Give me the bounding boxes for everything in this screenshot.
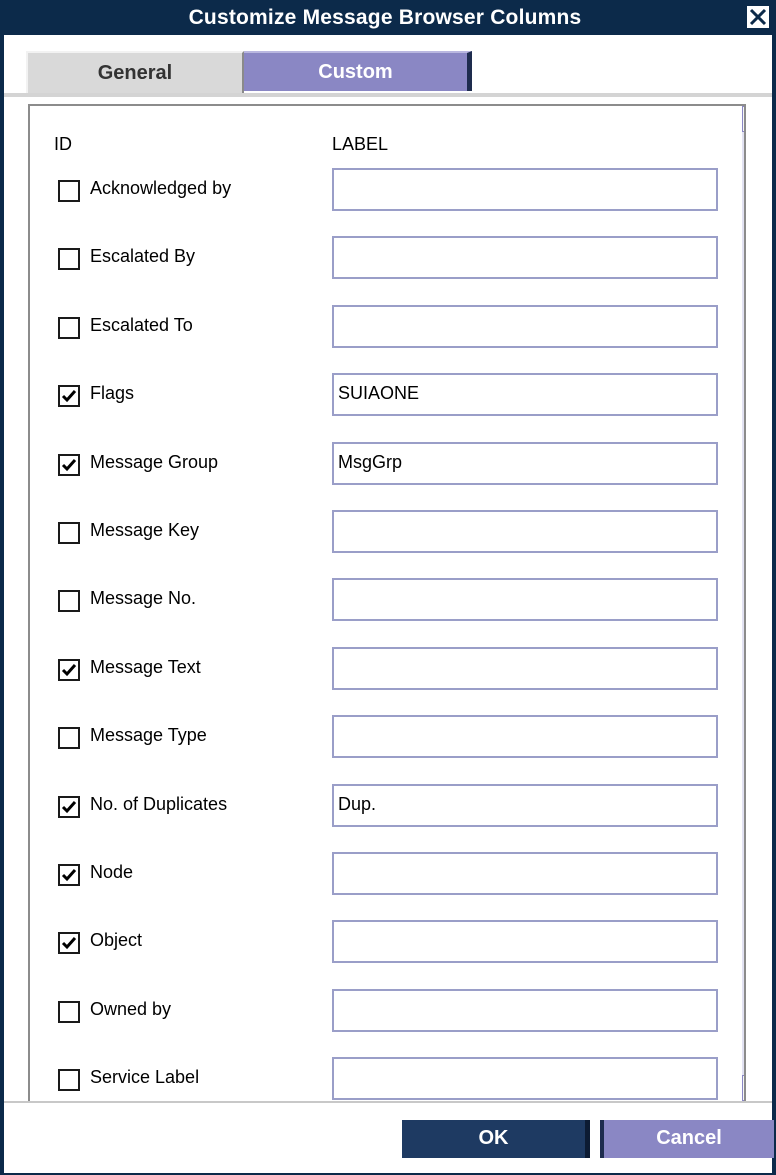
column-checkbox[interactable] bbox=[58, 385, 80, 408]
column-checkbox[interactable] bbox=[58, 932, 80, 955]
column-row: Service Label bbox=[30, 1053, 744, 1101]
column-checkbox[interactable] bbox=[58, 522, 80, 544]
column-row: Node bbox=[30, 848, 744, 916]
column-checkbox[interactable] bbox=[58, 727, 80, 750]
column-id-label: Escalated To bbox=[90, 314, 193, 335]
column-label-input[interactable] bbox=[332, 646, 718, 690]
arrow-up-icon bbox=[743, 107, 746, 131]
cancel-button[interactable]: Cancel bbox=[600, 1120, 774, 1158]
column-row: Flags SUIAONE bbox=[30, 369, 744, 437]
scroll-thumb[interactable] bbox=[744, 136, 746, 678]
column-row: Message No. bbox=[30, 574, 744, 642]
column-id-label: Object bbox=[90, 930, 143, 951]
column-label-input[interactable] bbox=[332, 510, 718, 553]
tab-custom[interactable]: Custom bbox=[244, 51, 472, 91]
ok-button[interactable]: OK bbox=[402, 1120, 590, 1158]
column-id-label: Owned by bbox=[90, 998, 172, 1019]
id-column-header: ID bbox=[54, 134, 72, 154]
column-checkbox[interactable] bbox=[58, 864, 80, 886]
column-label-input[interactable]: Dup. bbox=[332, 783, 718, 827]
column-id-label: Acknowledged by bbox=[90, 178, 232, 198]
column-checkbox[interactable] bbox=[58, 1069, 80, 1092]
dialog-title: Customize Message Browser Columns bbox=[188, 6, 582, 29]
column-label-input[interactable] bbox=[332, 304, 718, 348]
column-label-input[interactable] bbox=[332, 168, 718, 211]
dialog-footer: OK Cancel bbox=[4, 1101, 774, 1173]
scroll-up-button[interactable] bbox=[742, 106, 746, 132]
customize-columns-dialog: Customize Message Browser Columns Genera… bbox=[0, 0, 776, 1175]
column-checkbox[interactable] bbox=[58, 453, 80, 476]
checkmark-icon bbox=[61, 390, 77, 403]
column-row: Acknowledged by bbox=[30, 164, 744, 232]
column-row: Message Text bbox=[30, 643, 744, 711]
column-id-label: No. of Duplicates bbox=[90, 793, 228, 814]
column-label-input[interactable] bbox=[332, 920, 718, 964]
vertical-scrollbar[interactable] bbox=[742, 106, 746, 1101]
columns-panel: ID LABEL Acknowledged by Escalated By Esca… bbox=[28, 104, 746, 1103]
column-row: Escalated To bbox=[30, 301, 744, 369]
column-row: Owned by bbox=[30, 985, 744, 1053]
column-checkbox[interactable] bbox=[58, 1000, 80, 1023]
label-column-header: LABEL bbox=[332, 134, 389, 154]
column-checkbox[interactable] bbox=[58, 180, 80, 202]
column-checkbox[interactable] bbox=[58, 590, 80, 613]
column-checkbox[interactable] bbox=[58, 248, 80, 271]
column-id-label: Message Text bbox=[90, 656, 201, 677]
column-checkbox[interactable] bbox=[58, 316, 80, 339]
column-row: Escalated By bbox=[30, 232, 744, 300]
column-label-input[interactable] bbox=[332, 1057, 718, 1101]
title-bar: Customize Message Browser Columns bbox=[0, 0, 776, 35]
checkmark-icon bbox=[61, 458, 77, 471]
column-id-label: Node bbox=[90, 862, 134, 882]
column-id-label: Flags bbox=[90, 383, 135, 404]
column-row: No. of Duplicates Dup. bbox=[30, 780, 744, 848]
column-row: Message Group MsgGrp bbox=[30, 438, 744, 506]
column-id-label: Escalated By bbox=[90, 246, 196, 267]
column-label-input[interactable] bbox=[332, 988, 718, 1032]
checkmark-icon bbox=[61, 663, 77, 676]
column-label-input[interactable] bbox=[332, 236, 718, 280]
checkmark-icon bbox=[61, 937, 77, 950]
column-checkbox[interactable] bbox=[58, 658, 80, 681]
column-label-input[interactable] bbox=[332, 578, 718, 622]
column-label-input[interactable] bbox=[332, 715, 718, 759]
tab-bar: General Custom bbox=[4, 35, 772, 97]
checkmark-icon bbox=[61, 800, 77, 813]
tab-divider bbox=[4, 93, 772, 97]
column-id-label: Message No. bbox=[90, 588, 197, 609]
column-id-label: Message Type bbox=[90, 725, 207, 746]
column-label-input[interactable] bbox=[332, 852, 718, 895]
scroll-down-button[interactable] bbox=[742, 1075, 746, 1101]
close-icon bbox=[749, 8, 767, 26]
column-row: Message Key bbox=[30, 506, 744, 574]
column-label-input[interactable]: SUIAONE bbox=[332, 373, 718, 417]
arrow-down-icon bbox=[743, 1076, 746, 1100]
column-id-label: Message Key bbox=[90, 520, 200, 540]
close-button[interactable] bbox=[745, 4, 771, 30]
column-checkbox[interactable] bbox=[58, 795, 80, 818]
tab-general[interactable]: General bbox=[26, 51, 244, 97]
column-row: Object bbox=[30, 916, 744, 984]
checkmark-icon bbox=[61, 869, 77, 882]
column-row: Message Type bbox=[30, 711, 744, 779]
column-label-input[interactable]: MsgGrp bbox=[332, 441, 718, 485]
column-id-label: Message Group bbox=[90, 451, 219, 472]
column-id-label: Service Label bbox=[90, 1067, 200, 1088]
